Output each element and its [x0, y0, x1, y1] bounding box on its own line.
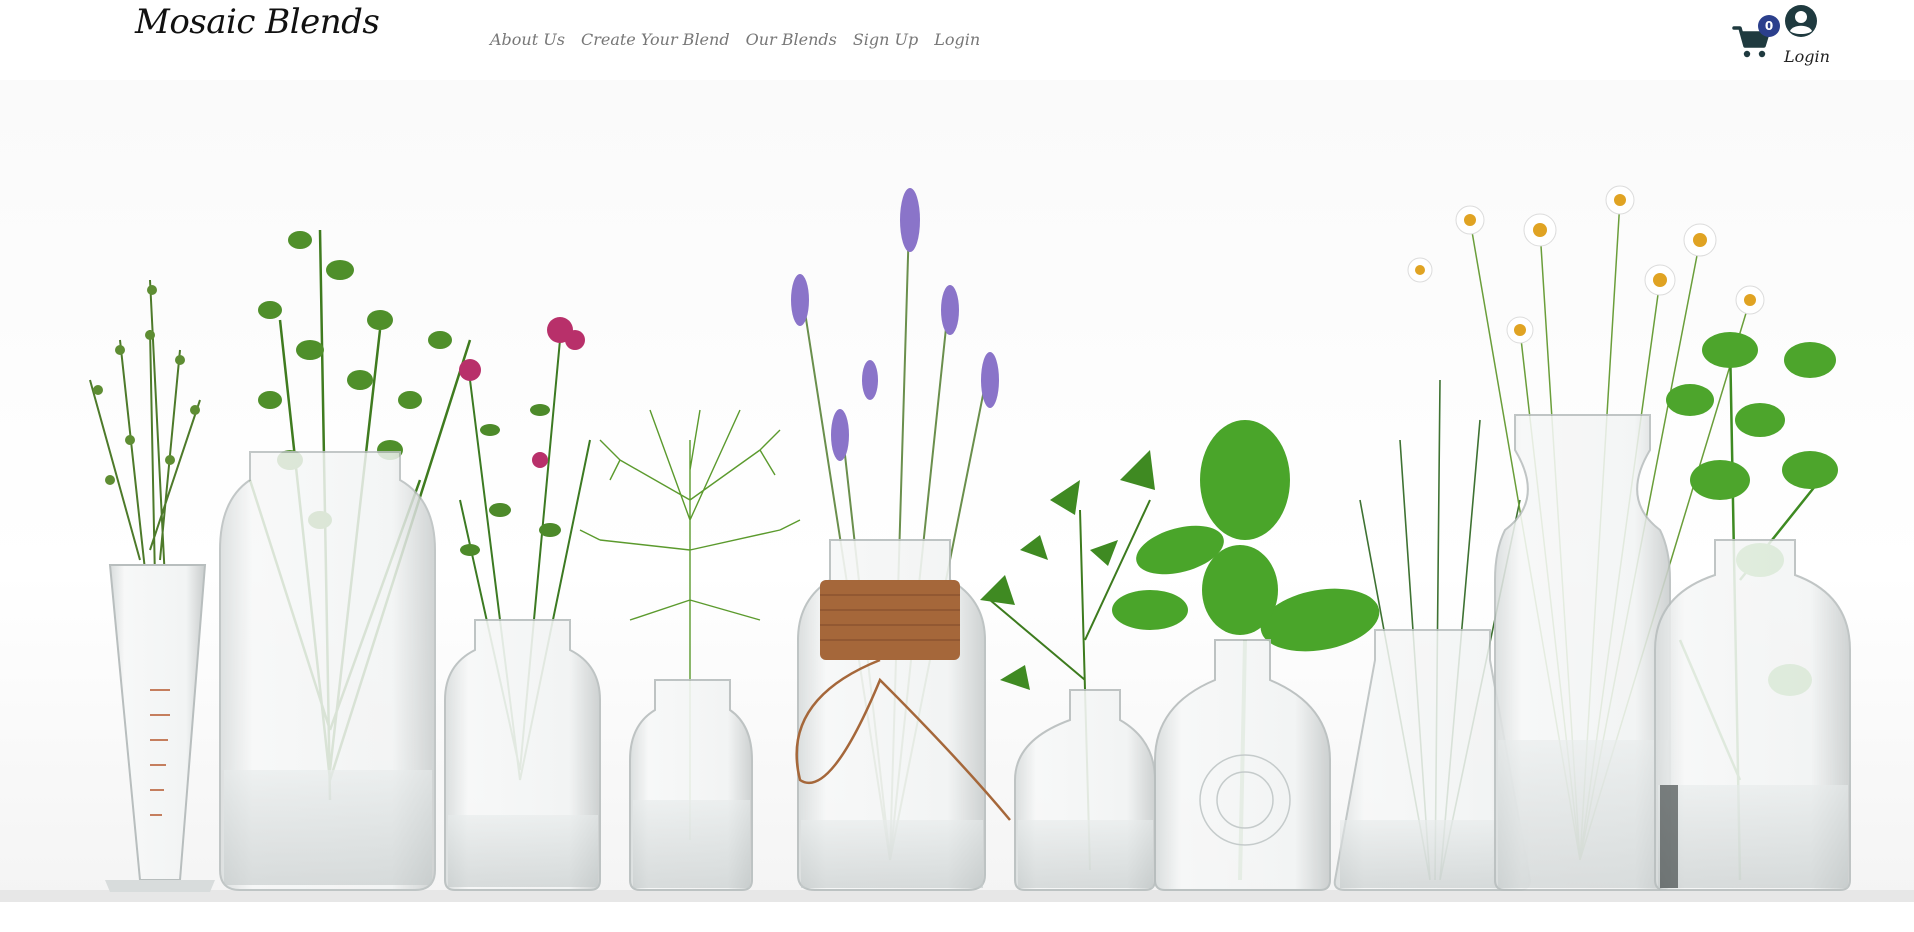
brand-logo[interactable]: Mosaic Blends: [135, 2, 380, 42]
bottle-lavender: [791, 188, 1011, 891]
account-login-link[interactable]: Login: [1784, 47, 1830, 66]
main-nav: About Us Create Your Blend Our Blends Si…: [490, 30, 980, 49]
user-circle-icon: [1785, 5, 1817, 37]
account-button[interactable]: [1784, 4, 1820, 40]
cart-count-badge: 0: [1758, 15, 1780, 37]
navbar: Mosaic Blends About Us Create Your Blend…: [0, 0, 1914, 80]
nav-our-blends[interactable]: Our Blends: [746, 30, 837, 49]
nav-sign-up[interactable]: Sign Up: [853, 30, 918, 49]
nav-create-your-blend[interactable]: Create Your Blend: [581, 30, 730, 49]
hero-image-herbs-in-bottles: [0, 80, 1914, 902]
bottle-lovage: [980, 450, 1156, 891]
bottle-oregano: [219, 229, 472, 891]
bottle-pink-flowers: [444, 317, 601, 891]
bottle-dill: [579, 409, 801, 891]
bottle-mint: [1654, 332, 1851, 891]
nav-login[interactable]: Login: [934, 30, 980, 49]
nav-about-us[interactable]: About Us: [490, 30, 565, 49]
bottle-thyme: [89, 279, 215, 892]
